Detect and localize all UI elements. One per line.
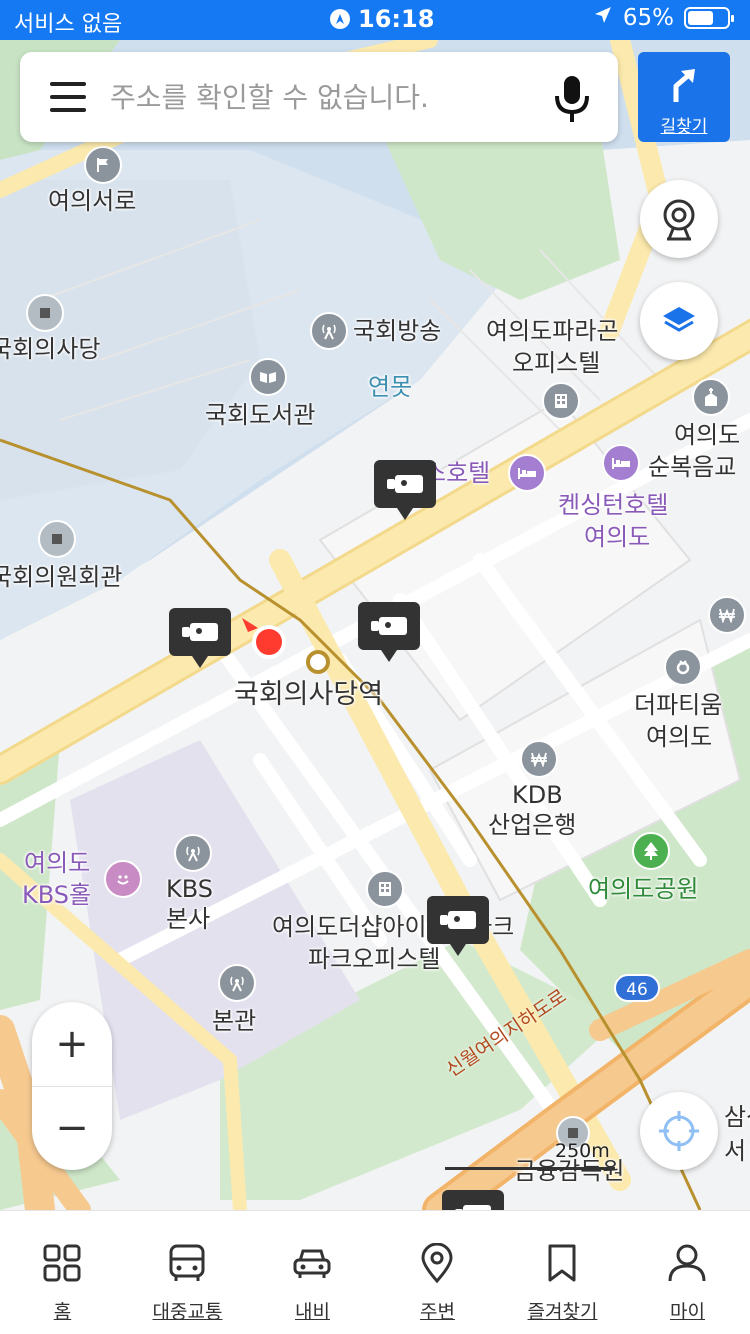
nav-label: 홈 [53, 1301, 72, 1323]
building-icon [38, 520, 76, 558]
webcam-icon [663, 199, 695, 241]
label-kensington-2: 여의도 [584, 523, 651, 551]
label-the-pati-2: 여의도 [646, 723, 713, 751]
carrier-text: 서비스 없음 [14, 12, 123, 37]
label-parago-2: 오피스텔 [512, 349, 601, 377]
turn-right-arrow-icon [673, 69, 695, 102]
nav-label: 내비 [295, 1301, 330, 1323]
park-tree-icon [632, 832, 670, 870]
current-location-button[interactable] [640, 1092, 718, 1170]
zoom-control: + − [32, 1002, 112, 1170]
apartment-icon [542, 382, 580, 420]
layers-icon [663, 307, 695, 332]
cctv-marker[interactable] [427, 896, 489, 956]
smile-icon [104, 860, 142, 898]
battery-icon [684, 7, 734, 29]
cctv-toggle-button[interactable] [640, 180, 718, 258]
map-canvas[interactable]: 여의서로 국회의사당 국회방송 국회도서관 연못 여의도파라곤 오피스텔 여의도… [0, 40, 750, 1210]
nav-home[interactable]: 홈 [0, 1211, 125, 1334]
directions-label: 길찾기 [660, 117, 708, 137]
road-number-badge: 46 [614, 974, 660, 1002]
map-layers-button[interactable] [640, 282, 718, 360]
station-marker [306, 650, 330, 674]
status-time: 16:18 [358, 5, 435, 33]
directions-button[interactable]: 길찾기 [638, 52, 730, 142]
label-yeouido: 여의도 [674, 421, 741, 449]
label-samsung-1: 삼성 [724, 1103, 750, 1131]
label-assembly-library: 국회도서관 [205, 401, 316, 429]
status-time-group: 16:18 [330, 5, 434, 33]
hotel-icon [508, 454, 546, 492]
label-assembly-broadcast: 국회방송 [353, 317, 442, 345]
label-kbs-hq-1: KBS [166, 875, 214, 903]
search-input[interactable] [110, 74, 510, 120]
menu-icon[interactable] [50, 82, 86, 112]
cctv-marker[interactable] [169, 608, 231, 668]
status-bar: 서비스 없음 16:18 65% [0, 0, 750, 40]
apartment-icon [366, 870, 404, 908]
map-scale: 250m [445, 1140, 615, 1170]
label-kbs-hall-1: 여의도 [24, 849, 91, 877]
nav-label: 대중교통 [152, 1301, 223, 1323]
label-national-assembly: 국회의사당 [0, 335, 101, 363]
bus-icon [169, 1244, 205, 1281]
nav-label: 마이 [670, 1301, 705, 1323]
label-kensington-1: 켄싱턴호텔 [558, 491, 669, 519]
broadcast-tower-icon [174, 834, 212, 872]
bottom-navigation: 홈 대중교통 내비 주변 즐겨찾기 마이 [0, 1210, 750, 1334]
label-kdb-1: KDB [512, 781, 563, 809]
nav-label: 즐겨찾기 [527, 1301, 598, 1323]
car-icon [293, 1249, 331, 1278]
church-icon [692, 378, 730, 416]
zoom-out-button[interactable]: − [32, 1086, 112, 1170]
location-pin-icon [421, 1243, 453, 1283]
cctv-marker[interactable] [374, 460, 436, 520]
label-samsung-2: 서 [724, 1137, 747, 1165]
label-main-hall: 본관 [212, 1007, 257, 1035]
bookmark-icon [548, 1244, 576, 1282]
label-kbs-hq-2: 본사 [166, 905, 211, 933]
person-icon [668, 1244, 706, 1282]
battery-percent: 65% [622, 5, 674, 31]
nav-my[interactable]: 마이 [625, 1211, 750, 1334]
broadcast-tower-icon [218, 964, 256, 1002]
nav-label: 주변 [420, 1301, 455, 1323]
building-icon [26, 294, 64, 332]
navigation-active-icon [330, 9, 350, 29]
scale-text: 250m [555, 1140, 610, 1162]
label-station: 국회의사당역 [234, 679, 384, 710]
label-assembly-members-hall: 국회의원회관 [0, 563, 123, 591]
ring-icon [664, 648, 702, 686]
label-yeouido-park: 여의도공원 [588, 875, 699, 903]
location-arrow-icon [593, 5, 613, 31]
nav-navigation[interactable]: 내비 [250, 1211, 375, 1334]
flag-icon [84, 146, 122, 184]
nav-favorites[interactable]: 즐겨찾기 [500, 1211, 625, 1334]
nav-nearby[interactable]: 주변 [375, 1211, 500, 1334]
label-theshop-1: 여의도더샵아이 [272, 913, 427, 941]
label-yeouiseoro: 여의서로 [48, 187, 137, 215]
broadcast-tower-icon [310, 312, 348, 350]
bank-icon [520, 740, 558, 778]
library-icon [249, 358, 287, 396]
crosshair-icon [659, 1111, 699, 1151]
label-kbs-hall-2: KBS홀 [22, 881, 92, 909]
cctv-marker[interactable] [442, 1190, 504, 1210]
label-parago-1: 여의도파라곤 [486, 317, 619, 345]
nav-transit[interactable]: 대중교통 [125, 1211, 250, 1334]
cctv-marker[interactable] [358, 602, 420, 662]
label-gospel-church: 순복음교 [648, 453, 737, 481]
grid-icon [43, 1244, 81, 1282]
current-location-marker [240, 614, 294, 668]
bank-icon [708, 596, 746, 634]
microphone-icon[interactable] [550, 74, 594, 124]
label-theshop-2: 파크오피스텔 [308, 945, 441, 973]
hotel-icon [602, 444, 640, 482]
label-the-pati-1: 더파티움 [634, 691, 723, 719]
label-pond: 연못 [368, 373, 413, 401]
zoom-in-button[interactable]: + [32, 1002, 112, 1086]
search-bar [20, 52, 618, 142]
status-right-group: 65% [593, 5, 734, 31]
label-kdb-2: 산업은행 [488, 811, 577, 839]
